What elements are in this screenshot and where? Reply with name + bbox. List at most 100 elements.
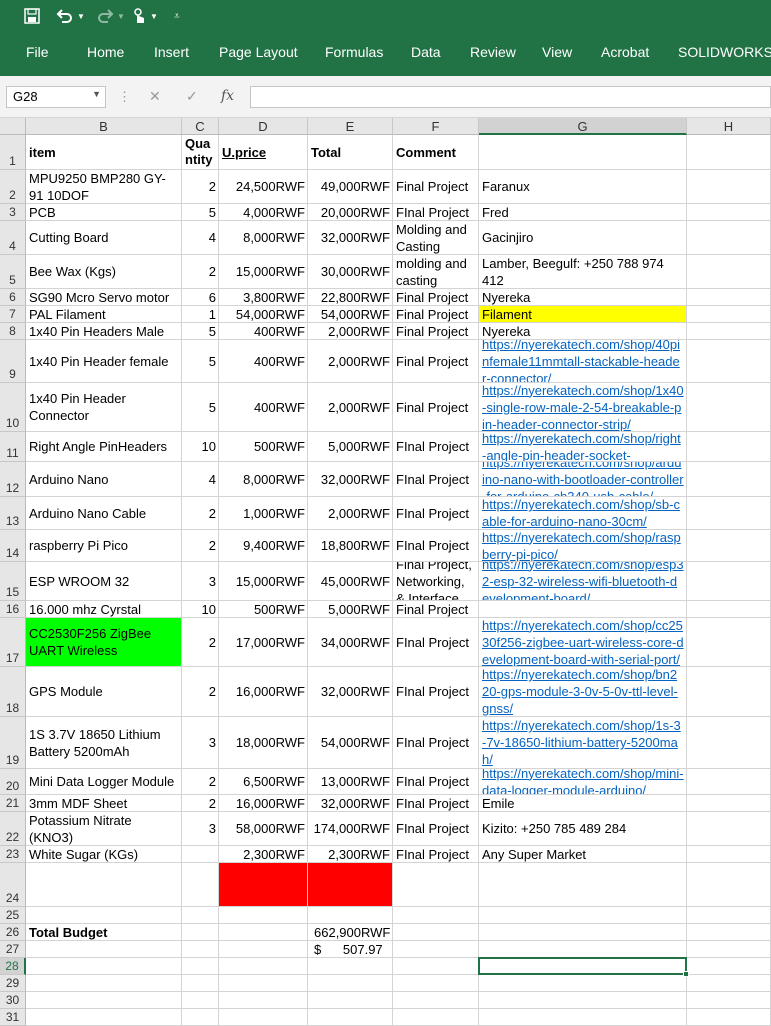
row-header-15[interactable]: 15	[0, 562, 26, 601]
save-icon[interactable]	[24, 6, 40, 26]
column-header-g[interactable]: G	[479, 118, 687, 135]
supplier-link[interactable]: https://nyerekatech.com/shop/right-angle…	[482, 432, 684, 461]
chevron-down-icon[interactable]: ▼	[92, 89, 101, 99]
tab-insert[interactable]: Insert	[154, 44, 189, 60]
column-header-c[interactable]: C	[182, 118, 219, 135]
cell-item-row-2: MPU9250 BMP280 GY-91 10DOF	[29, 170, 166, 203]
column-header-b[interactable]: B	[26, 118, 182, 135]
undo-icon[interactable]: ▼	[56, 6, 85, 26]
row-header-1[interactable]: 1	[0, 135, 26, 170]
row-header-8[interactable]: 8	[0, 323, 26, 340]
supplier-link[interactable]: https://nyerekatech.com/shop/mini-data-l…	[482, 769, 684, 794]
cell-total-row-3: 20,000RWF	[320, 204, 390, 220]
touch-mode-icon[interactable]: ▼	[132, 6, 158, 26]
cell-supplier-row-10[interactable]: https://nyerekatech.com/shop/1x40-single…	[479, 383, 687, 431]
cell-supplier-row-7: Filament	[482, 306, 532, 322]
supplier-link[interactable]: https://nyerekatech.com/shop/raspberry-p…	[482, 530, 684, 561]
cell-supplier-row-20[interactable]: https://nyerekatech.com/shop/mini-data-l…	[479, 769, 687, 794]
row-header-13[interactable]: 13	[0, 497, 26, 530]
row-header-17[interactable]: 17	[0, 618, 26, 667]
supplier-link[interactable]: https://nyerekatech.com/shop/bn220-gps-m…	[482, 667, 684, 716]
row-header-14[interactable]: 14	[0, 530, 26, 562]
row-header-3[interactable]: 3	[0, 204, 26, 221]
supplier-link[interactable]: https://nyerekatech.com/shop/1s-3-7v-186…	[482, 717, 684, 768]
row-header-7[interactable]: 7	[0, 306, 26, 323]
row-header-24[interactable]: 24	[0, 863, 26, 907]
tab-data[interactable]: Data	[411, 44, 441, 60]
supplier-link[interactable]: https://nyerekatech.com/shop/esp32-esp-3…	[482, 562, 684, 600]
formula-bar: G28 ▼ ⋮ ✕ ✓ fx	[0, 76, 771, 118]
cell-item-row-15: ESP WROOM 32	[29, 573, 130, 589]
tab-formulas[interactable]: Formulas	[325, 44, 383, 60]
row-header-19[interactable]: 19	[0, 717, 26, 769]
row-header-11[interactable]: 11	[0, 432, 26, 462]
tab-solidworks[interactable]: SOLIDWORKS P	[678, 44, 771, 60]
row-header-6[interactable]: 6	[0, 289, 26, 306]
tab-review[interactable]: Review	[470, 44, 516, 60]
tab-view[interactable]: View	[542, 44, 572, 60]
cell-supplier-row-17[interactable]: https://nyerekatech.com/shop/cc2530f256-…	[479, 618, 687, 666]
cell-comment-row-21: FInal Project	[396, 795, 469, 811]
cell-supplier-row-12[interactable]: https://nyerekatech.com/shop/arduino-nan…	[479, 462, 687, 496]
column-header-d[interactable]: D	[219, 118, 308, 135]
row-header-4[interactable]: 4	[0, 221, 26, 255]
cell-supplier-row-15[interactable]: https://nyerekatech.com/shop/esp32-esp-3…	[479, 562, 687, 600]
tab-home[interactable]: Home	[87, 44, 124, 60]
row-header-9[interactable]: 9	[0, 340, 26, 383]
column-header-f[interactable]: F	[393, 118, 479, 135]
select-all-corner[interactable]	[0, 118, 26, 135]
row-header-21[interactable]: 21	[0, 795, 26, 812]
fill-handle[interactable]	[683, 971, 689, 977]
tab-page-layout[interactable]: Page Layout	[219, 44, 298, 60]
row-header-5[interactable]: 5	[0, 255, 26, 289]
cell-supplier-row-14[interactable]: https://nyerekatech.com/shop/raspberry-p…	[479, 530, 687, 561]
cell-supplier-row-19[interactable]: https://nyerekatech.com/shop/1s-3-7v-186…	[479, 717, 687, 768]
formula-input[interactable]	[250, 86, 771, 108]
row-header-18[interactable]: 18	[0, 667, 26, 717]
row-header-20[interactable]: 20	[0, 769, 26, 795]
cell-item-row-6: SG90 Mcro Servo motor	[29, 289, 170, 305]
cell-total-row-15: 45,000RWF	[320, 573, 390, 589]
cell-price-row-23: 2,300RWF	[243, 846, 305, 862]
cell-supplier-row-9[interactable]: https://nyerekatech.com/shop/40pinfemale…	[479, 340, 687, 382]
row-header-2[interactable]: 2	[0, 170, 26, 204]
customize-qat-icon[interactable]: ⩡	[174, 6, 180, 26]
cell-total-row-5: 30,000RWF	[320, 264, 390, 279]
cancel-icon[interactable]: ✕	[149, 88, 161, 105]
row-header-22[interactable]: 22	[0, 812, 26, 846]
cell-item-row-22: Potassium Nitrate (KNO3)	[29, 812, 132, 845]
cell-total-row-26: 662,900RWF	[314, 924, 391, 940]
insert-function-icon[interactable]: fx	[221, 88, 234, 104]
supplier-link[interactable]: https://nyerekatech.com/shop/cc2530f256-…	[482, 618, 684, 666]
cell-item-row-18: GPS Module	[29, 684, 103, 699]
row-header-23[interactable]: 23	[0, 846, 26, 863]
supplier-link[interactable]: https://nyerekatech.com/shop/sb-cable-fo…	[482, 497, 684, 529]
row-header-29[interactable]: 29	[0, 975, 26, 992]
row-header-12[interactable]: 12	[0, 462, 26, 497]
name-box[interactable]: G28 ▼	[6, 86, 106, 108]
row-header-10[interactable]: 10	[0, 383, 26, 432]
column-header-e[interactable]: E	[308, 118, 393, 135]
cell-supplier-row-13[interactable]: https://nyerekatech.com/shop/sb-cable-fo…	[479, 497, 687, 529]
enter-icon[interactable]: ✓	[186, 88, 198, 105]
supplier-link[interactable]: https://nyerekatech.com/shop/1x40-single…	[482, 383, 684, 431]
row-header-16[interactable]: 16	[0, 601, 26, 618]
drag-handle-icon[interactable]: ⋮	[118, 89, 131, 105]
cell-supplier-row-11[interactable]: https://nyerekatech.com/shop/right-angle…	[479, 432, 687, 461]
cell-price-row-4: 8,000RWF	[243, 230, 305, 245]
row-header-30[interactable]: 30	[0, 992, 26, 1009]
tab-acrobat[interactable]: Acrobat	[601, 44, 649, 60]
selected-cell-outline[interactable]	[478, 957, 687, 975]
column-header-h[interactable]: H	[687, 118, 771, 135]
row-header-28[interactable]: 28	[0, 958, 26, 975]
row-header-25[interactable]: 25	[0, 907, 26, 924]
supplier-link[interactable]: https://nyerekatech.com/shop/arduino-nan…	[482, 462, 684, 496]
row-header-27[interactable]: 27	[0, 941, 26, 958]
cell-qty-row-13: 2	[208, 505, 216, 521]
row-header-26[interactable]: 26	[0, 924, 26, 941]
cell-supplier-row-18[interactable]: https://nyerekatech.com/shop/bn220-gps-m…	[479, 667, 687, 716]
tab-file[interactable]: File	[26, 44, 49, 60]
supplier-link[interactable]: https://nyerekatech.com/shop/40pinfemale…	[482, 340, 684, 382]
redo-icon[interactable]: ▼	[96, 6, 125, 26]
row-header-31[interactable]: 31	[0, 1009, 26, 1026]
